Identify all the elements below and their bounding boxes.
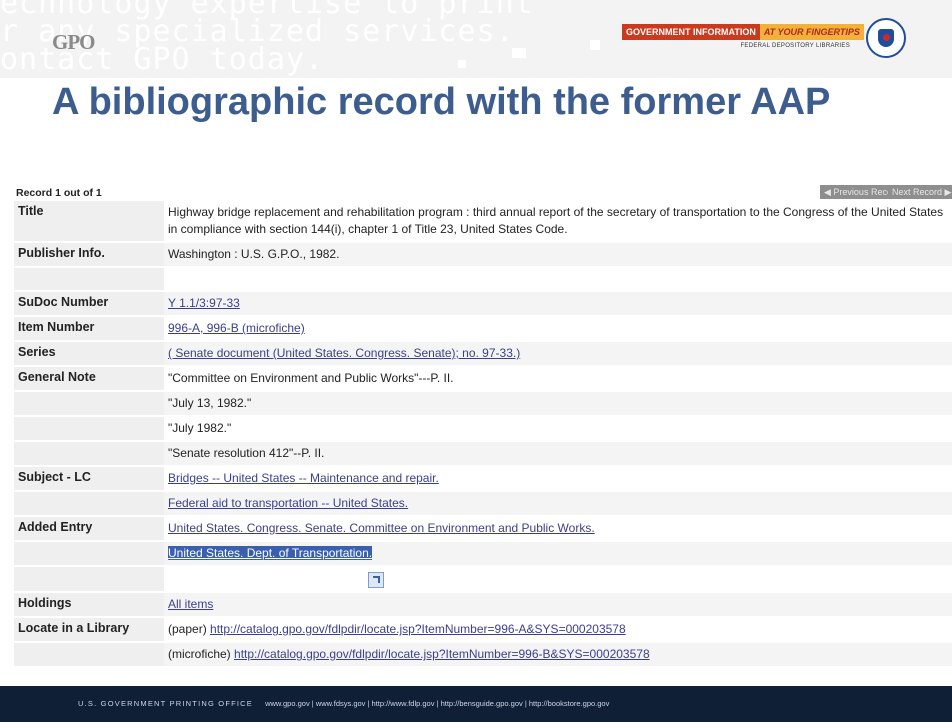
- field-label: [14, 542, 164, 565]
- field-value: Washington : U.S. G.P.O., 1982.: [164, 243, 952, 266]
- field-label: [14, 567, 164, 591]
- table-row: SuDoc Number Y 1.1/3:97-33: [14, 292, 952, 317]
- record-count: Record 1 out of 1: [16, 187, 102, 199]
- field-value: "July 13, 1982.": [164, 392, 952, 415]
- banner-main-text: GOVERNMENT INFORMATION: [622, 24, 760, 40]
- background-ghost-text: ontact GPO today.: [0, 42, 325, 77]
- format-prefix: (paper): [168, 622, 211, 636]
- field-value: "Committee on Environment and Public Wor…: [164, 367, 952, 390]
- field-label: [14, 392, 164, 415]
- subject-link[interactable]: Bridges -- United States -- Maintenance …: [168, 471, 439, 485]
- decorative-square: [590, 40, 600, 50]
- footer-bar: U.S. GOVERNMENT PRINTING OFFICE www.gpo.…: [0, 686, 952, 722]
- series-link[interactable]: ( Senate document (United States. Congre…: [168, 346, 520, 360]
- top-band: echnology expertise to print r any speci…: [0, 0, 952, 78]
- field-label: [14, 643, 164, 666]
- table-row: (microfiche) http://catalog.gpo.gov/fdlp…: [14, 643, 952, 668]
- table-row: Item Number 996-A, 996-B (microfiche): [14, 317, 952, 342]
- footer-agency: U.S. GOVERNMENT PRINTING OFFICE: [78, 699, 253, 708]
- field-label: Added Entry: [14, 517, 164, 540]
- item-number-link[interactable]: 996-A, 996-B (microfiche): [168, 321, 305, 335]
- field-label: [14, 492, 164, 515]
- added-entry-link-selected[interactable]: United States. Dept. of Transportation.: [168, 546, 373, 560]
- table-row: United States. Dept. of Transportation.: [14, 542, 952, 567]
- locate-microfiche-link[interactable]: http://catalog.gpo.gov/fdlpdir/locate.js…: [234, 647, 650, 661]
- format-prefix: (microfiche): [168, 647, 235, 661]
- table-row: General Note "Committee on Environment a…: [14, 367, 952, 392]
- field-label: General Note: [14, 367, 164, 390]
- locate-paper-link[interactable]: http://catalog.gpo.gov/fdlpdir/locate.js…: [210, 622, 626, 636]
- table-row: Publisher Info. Washington : U.S. G.P.O.…: [14, 243, 952, 268]
- sudoc-link[interactable]: Y 1.1/3:97-33: [168, 296, 240, 310]
- added-entry-link[interactable]: United States. Congress. Senate. Committ…: [168, 521, 595, 535]
- fdlp-eagle-seal-icon: [866, 18, 906, 58]
- field-value: [164, 268, 952, 290]
- table-row: Subject - LC Bridges -- United States --…: [14, 467, 952, 492]
- slide-title: A bibliographic record with the former A…: [52, 81, 831, 123]
- field-label: Series: [14, 342, 164, 365]
- field-value: Highway bridge replacement and rehabilit…: [164, 201, 952, 241]
- table-row: Holdings All items: [14, 593, 952, 618]
- field-value: "July 1982.": [164, 417, 952, 440]
- field-label: [14, 268, 164, 290]
- field-label: Locate in a Library: [14, 618, 164, 641]
- field-label: SuDoc Number: [14, 292, 164, 315]
- table-row: "July 13, 1982.": [14, 392, 952, 417]
- external-link-icon[interactable]: [368, 571, 384, 588]
- banner-sub-text: FEDERAL DEPOSITORY LIBRARIES: [740, 43, 850, 49]
- decorative-square: [512, 48, 526, 58]
- holdings-link[interactable]: All items: [168, 597, 213, 611]
- field-label: Subject - LC: [14, 467, 164, 490]
- field-value: "Senate resolution 412"--P. II.: [164, 442, 952, 465]
- banner-accent-text: AT YOUR FINGERTIPS: [759, 24, 864, 40]
- table-row: Locate in a Library (paper) http://catal…: [14, 618, 952, 643]
- field-label: [14, 417, 164, 440]
- table-row: [14, 567, 952, 593]
- table-row: Federal aid to transportation -- United …: [14, 492, 952, 517]
- field-label: Item Number: [14, 317, 164, 340]
- footer-links: www.gpo.gov | www.fdsys.gov | http://www…: [265, 699, 610, 708]
- decorative-square: [458, 60, 466, 68]
- subject-link[interactable]: Federal aid to transportation -- United …: [168, 496, 408, 510]
- bibliographic-record-table: Title Highway bridge replacement and reh…: [14, 201, 952, 668]
- table-row: [14, 268, 952, 292]
- fdlp-banner: GOVERNMENT INFORMATION AT YOUR FINGERTIP…: [622, 24, 864, 58]
- table-row: "July 1982.": [14, 417, 952, 442]
- field-label: [14, 442, 164, 465]
- gpo-logo: GPO: [52, 30, 95, 54]
- table-row: Title Highway bridge replacement and reh…: [14, 201, 952, 243]
- field-label: Holdings: [14, 593, 164, 616]
- table-row: Series ( Senate document (United States.…: [14, 342, 952, 367]
- table-row: "Senate resolution 412"--P. II.: [14, 442, 952, 467]
- table-row: Added Entry United States. Congress. Sen…: [14, 517, 952, 542]
- field-label: Title: [14, 201, 164, 241]
- next-record-button[interactable]: Next Record ▶: [888, 185, 952, 199]
- field-label: Publisher Info.: [14, 243, 164, 266]
